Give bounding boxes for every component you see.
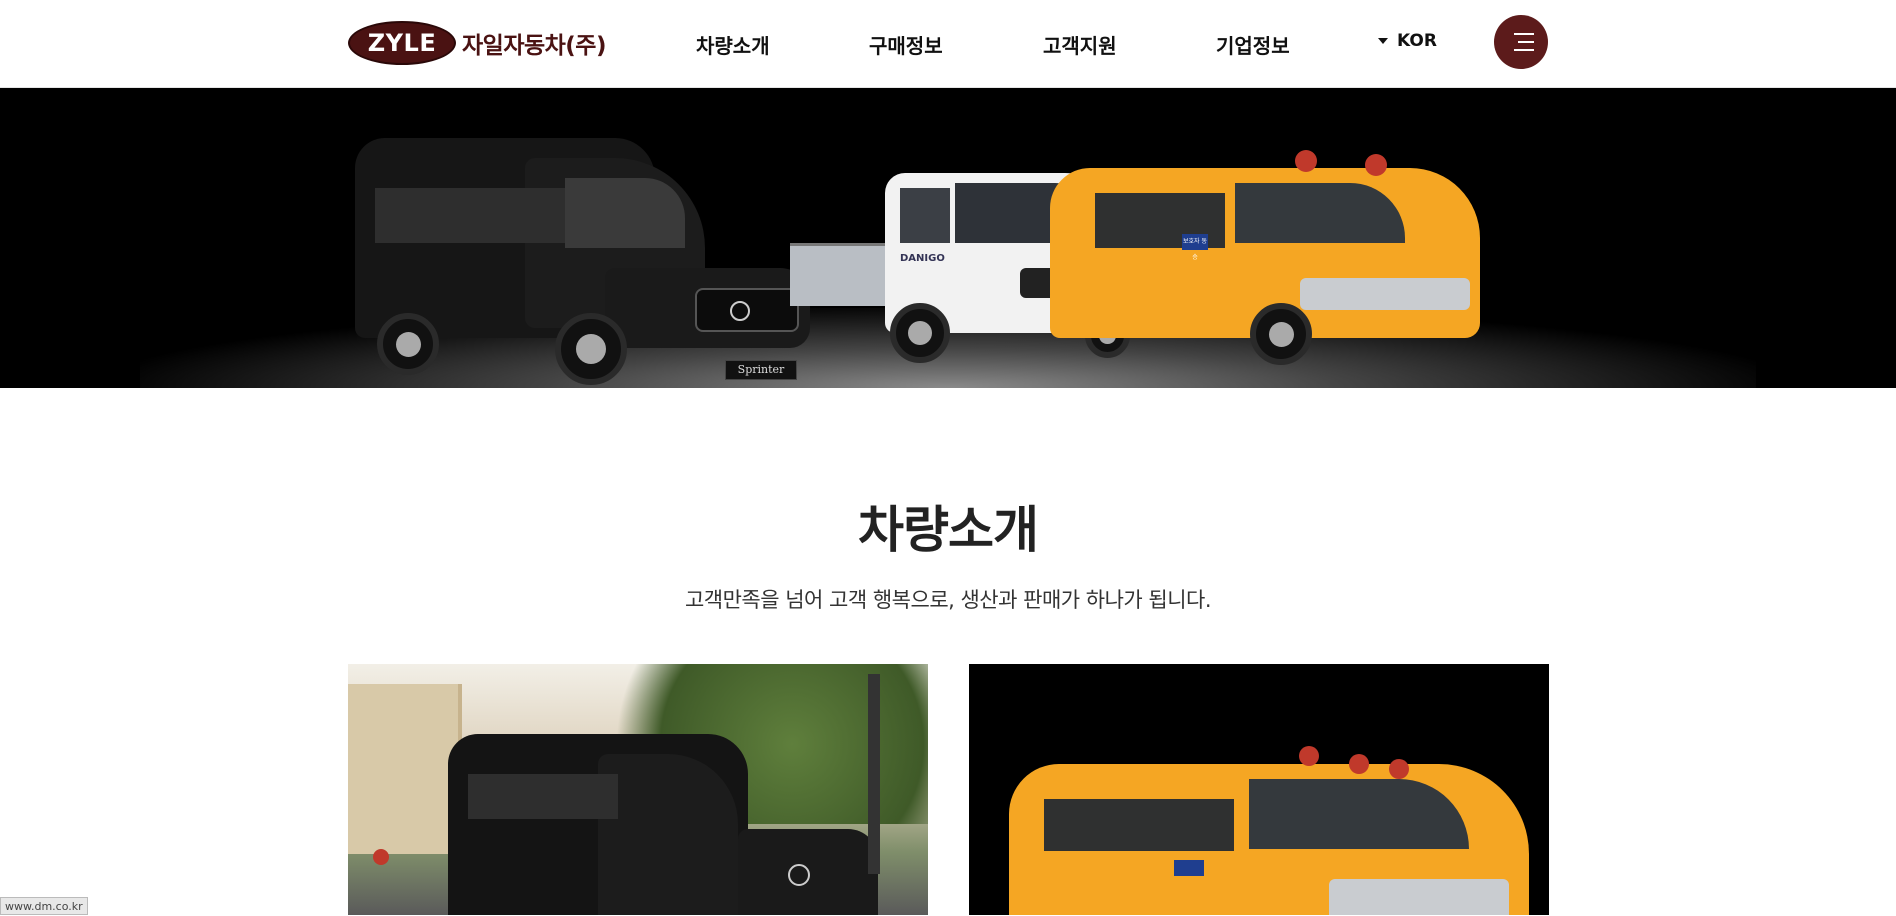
wheel [555,313,627,385]
nav-purchase-info[interactable]: 구매정보 [869,30,943,59]
nav-company-info[interactable]: 기업정보 [1216,30,1290,59]
van-badge: Sprinter [725,360,797,380]
menu-button[interactable] [1494,15,1548,69]
nav-customer-support[interactable]: 고객지원 [1043,30,1117,59]
hamburger-icon-line [1514,49,1534,51]
vehicle-card-bus[interactable] [969,664,1549,915]
site-logo[interactable]: ZYLE 자일자동차(주) [348,19,606,67]
logo-company-name: 자일자동차(주) [462,33,606,59]
hamburger-icon [1514,33,1534,35]
site-header: ZYLE 자일자동차(주) 차량소개 구매정보 고객지원 기업정보 KOR [0,0,1896,88]
hamburger-icon-line [1518,41,1534,43]
hero-yellow-bus: 보호자 동승 [1050,138,1485,378]
hero-black-van: Sprinter [355,118,810,388]
hero-banner: Sprinter DANIGO 보호자 동승 [0,88,1896,388]
bus-sign: 보호자 동승 [1182,234,1208,261]
truck-badge: DANIGO [900,253,945,264]
section-title: 차량소개 [858,501,1039,559]
wheel [890,303,950,363]
logo-mark: ZYLE [348,21,456,65]
caret-down-icon [1378,38,1388,44]
language-selector[interactable]: KOR [1378,31,1437,51]
wheel [1250,303,1312,365]
wheel [377,313,439,375]
section-subtitle: 고객만족을 넘어 고객 행복으로, 생산과 판매가 하나가 됩니다. [684,588,1212,612]
language-label: KOR [1397,31,1437,51]
status-bar-url: www.dm.co.kr [0,897,88,915]
vehicle-card-van[interactable] [348,664,928,915]
logo-mark-text: ZYLE [367,29,437,57]
nav-vehicles[interactable]: 차량소개 [696,30,770,59]
